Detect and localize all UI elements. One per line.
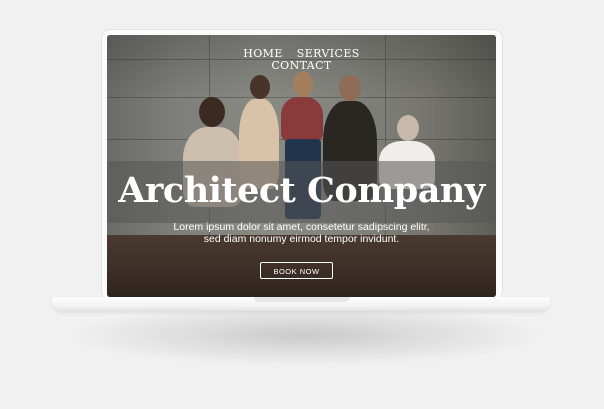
person-head [199,97,225,127]
person-head [250,75,270,99]
page: HOME SERVICES CONTACT Architect Company … [0,0,604,409]
book-now-button[interactable]: BOOK NOW [260,262,333,279]
laptop-base-notch [254,297,350,302]
website-preview: HOME SERVICES CONTACT Architect Company … [107,35,496,297]
hero-subtitle-line-2: sed diam nonumy eirmod tempor invidunt. [203,233,400,245]
nav-link-contact[interactable]: CONTACT [271,60,331,72]
hero-subtitle-line-1: Lorem ipsum dolor sit amet, consetetur s… [173,221,430,233]
person-head [397,115,419,141]
top-navigation: HOME SERVICES CONTACT [107,48,496,72]
person-head [293,71,313,97]
laptop-shadow [70,305,540,365]
person-head [339,75,361,101]
hero-title: Architect Company [118,170,485,211]
hero-subtitle: Lorem ipsum dolor sit amet, consetetur s… [107,221,496,245]
person-body [281,97,323,142]
